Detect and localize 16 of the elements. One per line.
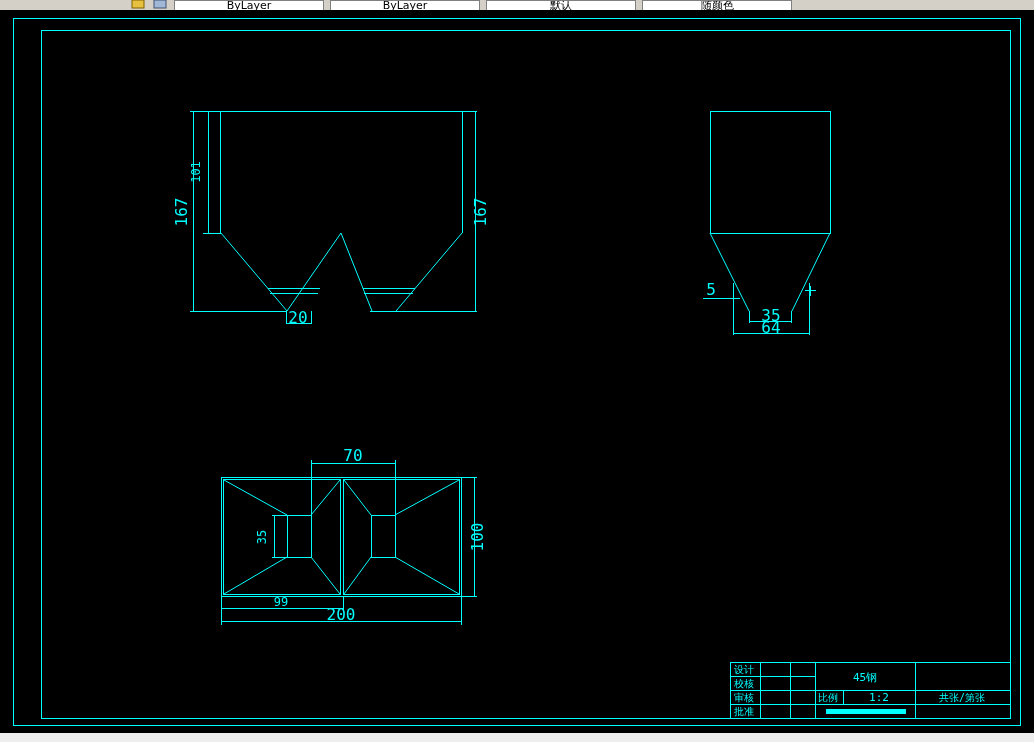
dimension-label: 35 — [255, 529, 269, 545]
dimension-label: 70 — [343, 446, 363, 465]
dimension-label: 99 — [273, 595, 289, 609]
title-block-label: 设计 — [734, 664, 754, 675]
scale-label: 比例 — [818, 692, 838, 703]
title-block-label: 审核 — [734, 692, 754, 703]
title-block-label: 校核 — [734, 678, 754, 689]
scale-value: 1:2 — [869, 691, 889, 704]
title-block-label: 批准 — [734, 706, 754, 717]
dimension-label: 20 — [288, 308, 308, 327]
properties-icon[interactable] — [152, 0, 168, 10]
dimension-label: 167 — [172, 197, 191, 227]
sheet-label: 共张/第张 — [939, 692, 985, 703]
material-label: 45钢 — [852, 671, 878, 684]
layer-icon[interactable] — [130, 0, 146, 10]
dimension-label: 5 — [706, 280, 716, 299]
